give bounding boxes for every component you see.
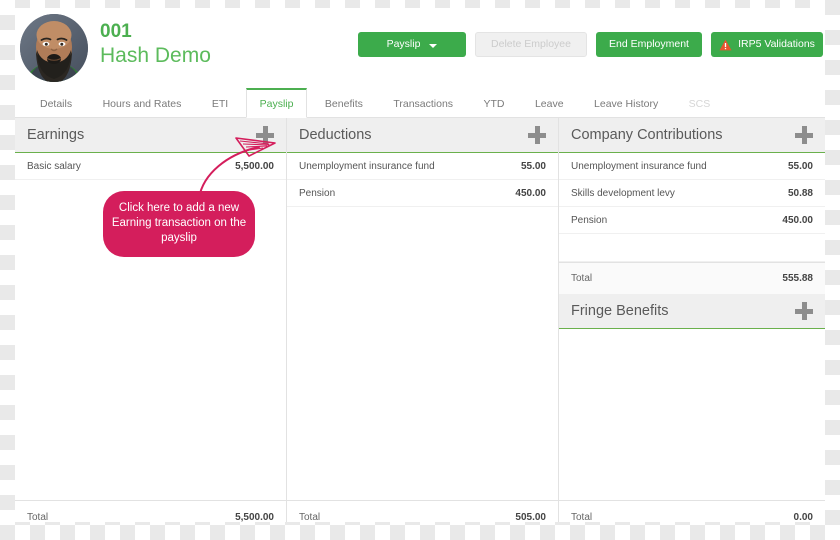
delete-employee-label: Delete Employee <box>491 38 571 50</box>
row-amount: 50.88 <box>787 187 813 199</box>
total-amount: 5,500.00 <box>235 512 274 522</box>
row-label: Unemployment insurance fund <box>299 160 435 172</box>
company-contributions-column: Company Contributions Unemployment insur… <box>559 118 825 500</box>
total-label: Total <box>571 273 593 284</box>
fringe-benefits-panel-header: Fringe Benefits <box>559 294 825 329</box>
empty-row <box>559 234 825 262</box>
plus-icon[interactable] <box>256 126 274 144</box>
earnings-total: Total 5,500.00 <box>15 501 287 522</box>
row-label: Pension <box>571 214 608 226</box>
company-contributions-total: Total 555.88 <box>559 262 825 294</box>
end-employment-label: End Employment <box>609 38 689 50</box>
tab-transactions[interactable]: Transactions <box>380 89 466 119</box>
deductions-column: Deductions Unemployment insurance fund 5… <box>287 118 559 500</box>
plus-icon[interactable] <box>795 302 813 320</box>
tab-hours-and-rates[interactable]: Hours and Rates <box>90 89 195 119</box>
tab-scs: SCS <box>688 98 711 110</box>
employee-identity: 001 Hash Demo <box>100 22 211 67</box>
header-action-buttons: Payslip Delete Employee End Employment I… <box>358 32 823 57</box>
payslip-dropdown-button[interactable]: Payslip <box>358 32 466 57</box>
company-contributions-panel: Company Contributions Unemployment insur… <box>559 118 825 294</box>
total-amount: 0.00 <box>793 512 813 522</box>
table-row[interactable]: Skills development levy 50.88 <box>559 180 825 207</box>
company-contributions-panel-title: Company Contributions <box>571 127 723 143</box>
row-amount: 55.00 <box>787 160 813 172</box>
warning-triangle-icon <box>719 39 732 50</box>
tab-ytd[interactable]: YTD <box>471 89 518 119</box>
employee-payslip-card: 001 Hash Demo Payslip Delete Employee En… <box>15 8 825 522</box>
deductions-panel-header: Deductions <box>287 118 558 153</box>
table-row[interactable]: Basic salary 5,500.00 <box>15 153 286 180</box>
row-amount: 450.00 <box>515 187 546 199</box>
total-amount: 555.88 <box>782 273 813 284</box>
tab-leave-history[interactable]: Leave History <box>581 89 671 119</box>
table-row[interactable]: Unemployment insurance fund 55.00 <box>287 153 558 180</box>
row-label: Pension <box>299 187 336 199</box>
row-amount: 450.00 <box>782 214 813 226</box>
fringe-benefits-total: Total 0.00 <box>559 501 825 522</box>
column-totals-row: Total 5,500.00 Total 505.00 Total 0.00 <box>15 500 825 522</box>
employee-header: 001 Hash Demo Payslip Delete Employee En… <box>15 8 825 88</box>
row-amount: 5,500.00 <box>235 160 274 172</box>
deductions-panel: Deductions Unemployment insurance fund 5… <box>287 118 558 207</box>
tab-eti[interactable]: ETI <box>199 89 241 119</box>
earnings-panel-title: Earnings <box>27 127 85 143</box>
employee-photo-avatar <box>20 14 88 82</box>
plus-icon[interactable] <box>528 126 546 144</box>
earnings-panel: Earnings Basic salary 5,500.00 <box>15 118 286 180</box>
row-label: Unemployment insurance fund <box>571 160 707 172</box>
fringe-benefits-empty-area <box>559 329 825 500</box>
plus-icon[interactable] <box>795 126 813 144</box>
tab-benefits[interactable]: Benefits <box>312 89 376 119</box>
company-contributions-rows: Unemployment insurance fund 55.00 Skills… <box>559 153 825 262</box>
payslip-columns: Earnings Basic salary 5,500.00 Deduction… <box>15 118 825 500</box>
total-label: Total <box>27 512 49 522</box>
total-label: Total <box>299 512 321 522</box>
end-employment-button[interactable]: End Employment <box>596 32 702 57</box>
tab-payslip[interactable]: Payslip <box>245 88 308 118</box>
payslip-dropdown-label: Payslip <box>386 38 421 50</box>
deductions-panel-title: Deductions <box>299 127 372 143</box>
row-label: Skills development levy <box>571 187 675 199</box>
row-label: Basic salary <box>27 160 81 172</box>
employee-code: 001 <box>100 21 132 42</box>
total-label: Total <box>571 512 593 522</box>
fringe-benefits-panel: Fringe Benefits <box>559 294 825 329</box>
irp5-validations-button[interactable]: IRP5 Validations <box>711 32 823 57</box>
tab-leave[interactable]: Leave <box>522 89 577 119</box>
table-row[interactable]: Unemployment insurance fund 55.00 <box>559 153 825 180</box>
deductions-rows: Unemployment insurance fund 55.00 Pensio… <box>287 153 558 207</box>
earnings-rows: Basic salary 5,500.00 <box>15 153 286 180</box>
table-row[interactable]: Pension 450.00 <box>559 207 825 234</box>
deductions-empty-area <box>287 207 558 500</box>
tab-details[interactable]: Details <box>27 89 85 119</box>
row-amount: 55.00 <box>520 160 546 172</box>
annotation-callout: Click here to add a new Earning transact… <box>103 191 255 257</box>
chevron-down-icon <box>429 43 438 48</box>
earnings-column: Earnings Basic salary 5,500.00 <box>15 118 287 500</box>
employee-tab-bar: Details Hours and Rates ETI Payslip Bene… <box>15 88 825 118</box>
deductions-total: Total 505.00 <box>287 501 559 522</box>
earnings-panel-header: Earnings <box>15 118 286 153</box>
company-contributions-panel-header: Company Contributions <box>559 118 825 153</box>
employee-name: Hash Demo <box>100 43 211 67</box>
fringe-benefits-panel-title: Fringe Benefits <box>571 303 669 319</box>
total-amount: 505.00 <box>515 512 546 522</box>
delete-employee-button[interactable]: Delete Employee <box>475 32 587 57</box>
irp5-validations-label: IRP5 Validations <box>738 38 815 50</box>
avatar <box>20 14 88 82</box>
table-row[interactable]: Pension 450.00 <box>287 180 558 207</box>
